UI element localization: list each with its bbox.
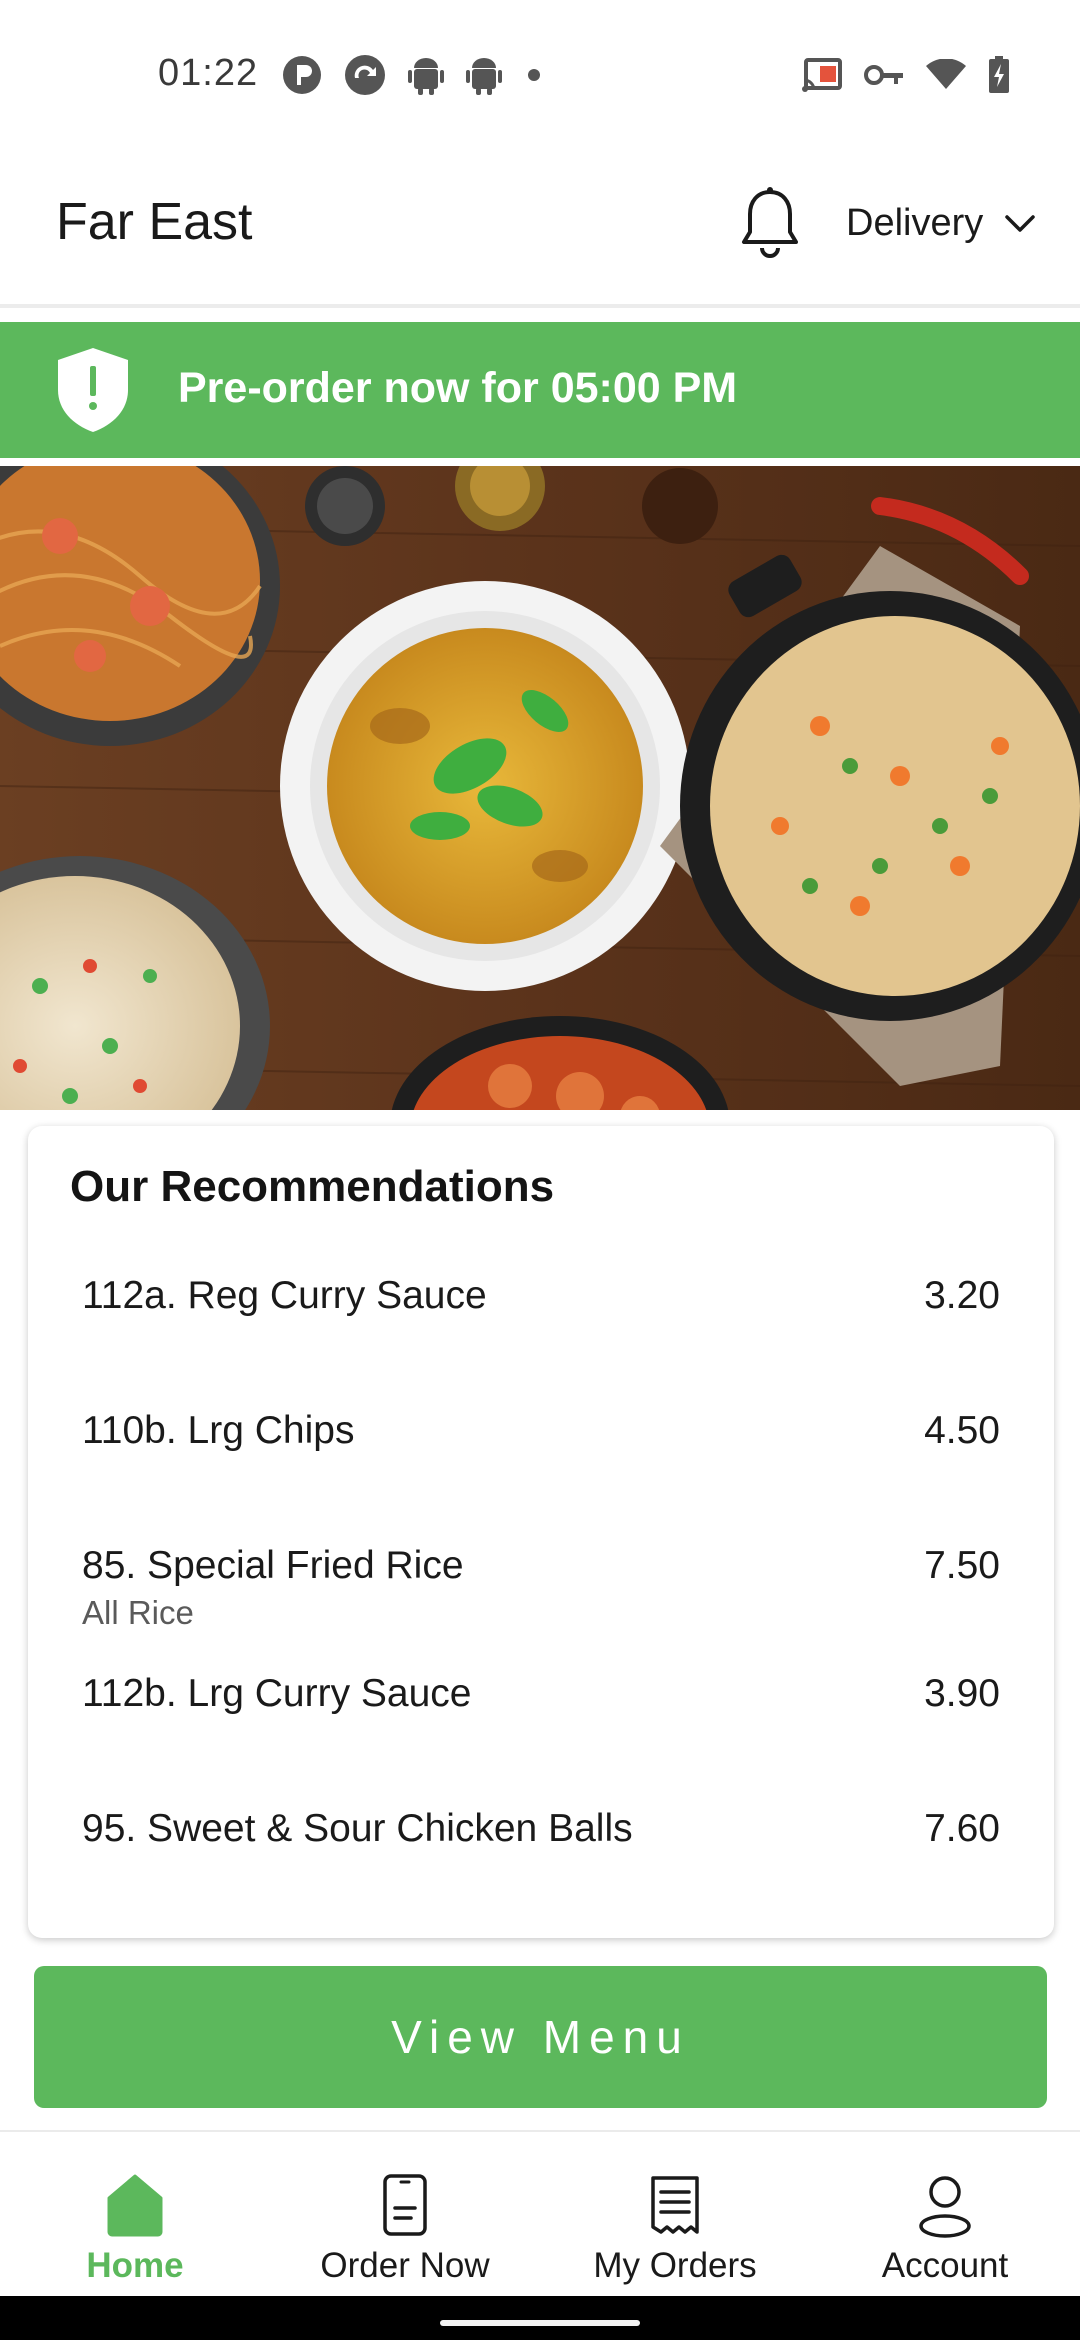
app-header: Far East Delivery xyxy=(0,150,1080,308)
nav-order-now-label: Order Now xyxy=(320,2246,490,2285)
status-time: 01:22 xyxy=(158,52,259,94)
nav-order-now[interactable]: Order Now xyxy=(270,2132,540,2298)
nav-home[interactable]: Home xyxy=(0,2132,270,2298)
item-name: 110b. Lrg Chips xyxy=(82,1409,355,1452)
item-price: 7.60 xyxy=(924,1807,1000,1850)
cast-icon xyxy=(802,58,842,92)
nav-account[interactable]: Account xyxy=(810,2132,1080,2298)
item-name: 85. Special Fried Rice xyxy=(82,1544,464,1587)
nav-my-orders-label: My Orders xyxy=(593,2246,757,2285)
view-menu-label: View Menu xyxy=(391,2011,690,2063)
hero-food-image xyxy=(0,466,1080,1110)
item-name: 112a. Reg Curry Sauce xyxy=(82,1274,487,1317)
app-p-icon xyxy=(283,56,321,94)
item-price: 3.20 xyxy=(924,1274,1000,1317)
item-name: 95. Sweet & Sour Chicken Balls xyxy=(82,1807,633,1850)
home-icon xyxy=(107,2174,163,2237)
view-menu-button[interactable]: View Menu xyxy=(34,1966,1047,2108)
bottom-navigation: Home Order Now My Orders Account xyxy=(0,2130,1080,2296)
app-sync-icon xyxy=(345,55,385,95)
status-notification-icons xyxy=(282,54,544,96)
vpn-key-icon xyxy=(864,65,903,85)
home-gesture-handle[interactable] xyxy=(440,2320,640,2326)
order-now-icon xyxy=(383,2174,427,2236)
page-title: Far East xyxy=(56,193,253,251)
delivery-mode-label: Delivery xyxy=(846,202,984,244)
system-gesture-bar xyxy=(0,2296,1080,2340)
preorder-text: Pre-order now for 05:00 PM xyxy=(178,364,738,412)
person-icon xyxy=(919,2176,971,2238)
recommendation-item[interactable]: 110b. Lrg Chips 4.50 xyxy=(82,1409,1000,1519)
food-photo xyxy=(0,466,1080,1110)
status-system-icons xyxy=(802,56,1010,94)
status-bar: 01:22 xyxy=(0,0,1080,150)
android-icon xyxy=(466,58,502,95)
battery-charging-icon xyxy=(989,56,1009,93)
wifi-icon xyxy=(926,59,966,89)
android-icon xyxy=(408,58,444,95)
recommendation-item[interactable]: 112b. Lrg Curry Sauce 3.90 xyxy=(82,1672,1000,1782)
nav-account-label: Account xyxy=(881,2246,1009,2285)
receipt-icon xyxy=(651,2176,699,2234)
preorder-banner[interactable]: Pre-order now for 05:00 PM xyxy=(0,322,1080,458)
delivery-mode-dropdown[interactable]: Delivery xyxy=(846,202,1035,245)
notifications-bell-icon[interactable] xyxy=(740,186,800,260)
nav-home-label: Home xyxy=(86,2246,184,2285)
recommendation-item[interactable]: 85. Special Fried Rice 7.50 All Rice xyxy=(82,1544,1000,1654)
nav-my-orders[interactable]: My Orders xyxy=(540,2132,810,2298)
more-dot-icon xyxy=(528,69,540,81)
recommendation-item[interactable]: 112a. Reg Curry Sauce 3.20 xyxy=(82,1274,1000,1384)
recommendation-item[interactable]: 95. Sweet & Sour Chicken Balls 7.60 xyxy=(82,1807,1000,1917)
item-price: 3.90 xyxy=(924,1672,1000,1715)
recommendations-card: Our Recommendations 112a. Reg Curry Sauc… xyxy=(28,1126,1054,1938)
shield-alert-icon xyxy=(58,348,128,432)
item-price: 4.50 xyxy=(924,1409,1000,1452)
recommendations-title: Our Recommendations xyxy=(70,1162,555,1211)
item-price: 7.50 xyxy=(924,1544,1000,1587)
chevron-down-icon xyxy=(1005,214,1035,232)
item-name: 112b. Lrg Curry Sauce xyxy=(82,1672,472,1715)
item-category: All Rice xyxy=(82,1594,194,1631)
